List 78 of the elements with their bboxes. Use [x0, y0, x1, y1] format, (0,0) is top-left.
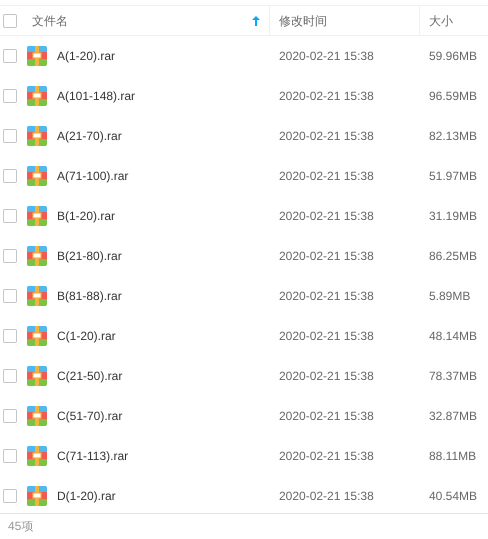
file-name: B(1-20).rar [57, 208, 116, 225]
file-row[interactable]: B(21-80).rar 2020-02-21 15:38 86.25MB [0, 236, 488, 276]
file-row[interactable]: B(81-88).rar 2020-02-21 15:38 5.89MB [0, 276, 488, 316]
archive-icon [27, 246, 47, 266]
modified-time: 2020-02-21 15:38 [279, 328, 374, 345]
checkbox[interactable] [3, 49, 17, 63]
file-name: B(81-88).rar [57, 288, 122, 305]
file-name: C(71-113).rar [57, 448, 128, 465]
file-row[interactable]: C(51-70).rar 2020-02-21 15:38 32.87MB [0, 396, 488, 436]
archive-icon [27, 486, 47, 506]
file-row[interactable]: B(1-20).rar 2020-02-21 15:38 31.19MB [0, 196, 488, 236]
file-row[interactable]: C(1-20).rar 2020-02-21 15:38 48.14MB [0, 316, 488, 356]
modified-time: 2020-02-21 15:38 [279, 408, 374, 425]
file-row[interactable]: C(71-113).rar 2020-02-21 15:38 88.11MB [0, 436, 488, 476]
modified-time: 2020-02-21 15:38 [279, 48, 374, 65]
archive-icon [27, 166, 47, 186]
checkbox[interactable] [3, 209, 17, 223]
column-header[interactable]: 修改时间 [269, 6, 419, 35]
file-size: 86.25MB [429, 248, 478, 265]
sort-ascending-icon[interactable] [252, 16, 260, 26]
column-header[interactable]: 文件名 [24, 6, 269, 35]
modified-time: 2020-02-21 15:38 [279, 88, 374, 105]
checkbox[interactable] [3, 409, 17, 423]
item-count: 45项 [8, 518, 34, 534]
modified-time: 2020-02-21 15:38 [279, 168, 374, 185]
column-header[interactable]: 大小 [419, 6, 488, 35]
checkbox[interactable] [3, 449, 17, 463]
checkbox[interactable] [3, 129, 17, 143]
modified-time: 2020-02-21 15:38 [279, 448, 374, 465]
file-row[interactable]: C(21-50).rar 2020-02-21 15:38 78.37MB [0, 356, 488, 396]
file-size: 78.37MB [429, 368, 478, 385]
modified-time: 2020-02-21 15:38 [279, 488, 374, 505]
checkbox[interactable] [3, 89, 17, 103]
file-size: 32.87MB [429, 408, 478, 425]
archive-icon [27, 126, 47, 146]
file-size: 31.19MB [429, 208, 478, 225]
checkbox[interactable] [3, 369, 17, 383]
modified-time: 2020-02-21 15:38 [279, 208, 374, 225]
file-size: 82.13MB [429, 128, 478, 145]
file-size: 59.96MB [429, 48, 478, 65]
checkbox[interactable] [3, 249, 17, 263]
archive-icon [27, 206, 47, 226]
file-name: A(71-100).rar [57, 168, 128, 185]
archive-icon [27, 326, 47, 346]
checkbox[interactable] [3, 289, 17, 303]
file-name: A(1-20).rar [57, 48, 116, 65]
file-name: C(51-70).rar [57, 408, 122, 425]
file-size: 96.59MB [429, 88, 478, 105]
file-name: C(1-20).rar [57, 328, 116, 345]
modified-time: 2020-02-21 15:38 [279, 288, 374, 305]
file-size: 40.54MB [429, 488, 478, 505]
file-name: A(101-148).rar [57, 88, 136, 105]
archive-icon [27, 86, 47, 106]
modified-time: 2020-02-21 15:38 [279, 248, 374, 265]
archive-icon [27, 286, 47, 306]
file-name: C(21-50).rar [57, 368, 122, 385]
file-size: 88.11MB [429, 448, 476, 465]
checkbox[interactable] [3, 169, 17, 183]
file-name: A(21-70).rar [57, 128, 122, 145]
modified-time: 2020-02-21 15:38 [279, 128, 374, 145]
modified-time: 2020-02-21 15:38 [279, 368, 374, 385]
checkbox[interactable] [3, 14, 17, 28]
file-row[interactable]: A(21-70).rar 2020-02-21 15:38 82.13MB [0, 116, 488, 156]
archive-icon [27, 406, 47, 426]
file-size: 5.89MB [429, 288, 470, 305]
file-row[interactable]: D(1-20).rar 2020-02-21 15:38 40.54MB [0, 476, 488, 516]
archive-icon [27, 446, 47, 466]
checkbox[interactable] [3, 489, 17, 503]
file-row[interactable]: A(101-148).rar 2020-02-21 15:38 96.59MB [0, 76, 488, 116]
checkbox[interactable] [3, 329, 17, 343]
file-row[interactable]: A(1-20).rar 2020-02-21 15:38 59.96MB [0, 36, 488, 76]
file-name: B(21-80).rar [57, 248, 122, 265]
archive-icon [27, 366, 47, 386]
file-name: D(1-20).rar [57, 488, 116, 505]
file-size: 48.14MB [429, 328, 478, 345]
file-row[interactable]: A(71-100).rar 2020-02-21 15:38 51.97MB [0, 156, 488, 196]
file-size: 51.97MB [429, 168, 478, 185]
archive-icon [27, 46, 47, 66]
